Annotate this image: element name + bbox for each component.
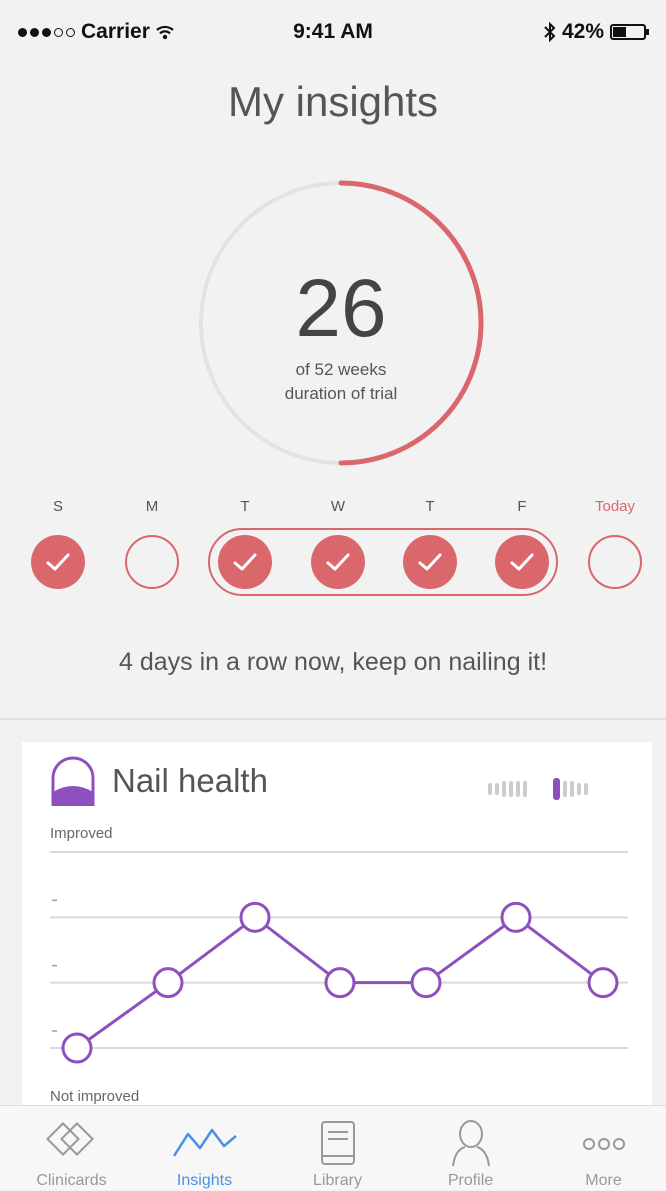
library-icon — [320, 1121, 355, 1165]
tab-label: Insights — [176, 1172, 233, 1189]
tab-label: More — [585, 1172, 622, 1189]
tab-bar: Clinicards Insights Library Profile More — [0, 1105, 666, 1190]
more-icon — [582, 1138, 625, 1150]
chart-point[interactable] — [152, 967, 184, 999]
chart-point[interactable] — [324, 967, 356, 999]
clinicards-icon — [45, 1122, 94, 1156]
tab-clinicards[interactable]: Clinicards — [5, 1106, 138, 1191]
chart-point[interactable] — [587, 967, 619, 999]
chart-point[interactable] — [410, 967, 442, 999]
chart-point[interactable] — [500, 901, 532, 933]
tab-library[interactable]: Library — [271, 1106, 404, 1191]
tab-label: Library — [313, 1172, 362, 1189]
insights-icon — [172, 1128, 237, 1157]
chart-point[interactable] — [61, 1032, 93, 1064]
tab-insights[interactable]: Insights — [138, 1106, 271, 1191]
tab-profile[interactable]: Profile — [404, 1106, 537, 1191]
profile-icon — [451, 1120, 490, 1167]
nail-health-chart — [50, 851, 628, 1064]
tab-label: Clinicards — [36, 1172, 107, 1189]
tab-label: Profile — [447, 1172, 494, 1189]
tab-more[interactable]: More — [537, 1106, 666, 1191]
chart-point[interactable] — [239, 901, 271, 933]
